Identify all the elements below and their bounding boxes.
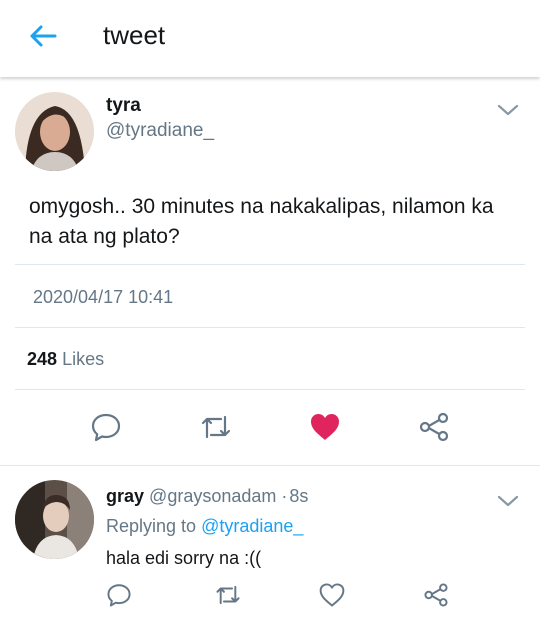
reply-author-handle[interactable]: @graysonadam: [149, 486, 276, 506]
reply-author-name[interactable]: gray: [106, 486, 144, 506]
like-button[interactable]: [312, 578, 352, 612]
page-title: tweet: [103, 20, 166, 50]
like-button[interactable]: [305, 407, 345, 447]
retweet-icon: [216, 585, 240, 605]
retweet-icon: [201, 415, 231, 439]
reply-icon: [91, 413, 121, 442]
author-handle[interactable]: @tyradiane_: [106, 120, 214, 142]
tweet-text: omygosh.. 30 minutes na nakakalipas, nil…: [29, 195, 494, 248]
reply-header: gray @graysonadam · 8s: [106, 486, 308, 507]
retweet-button[interactable]: [208, 578, 248, 612]
likes-count[interactable]: 248 Likes: [27, 349, 104, 370]
divider: [15, 389, 525, 390]
replying-to-label: Replying to: [106, 516, 197, 536]
top-app-bar: tweet: [0, 0, 540, 77]
tweet-timestamp: 2020/04/17 10:41: [33, 287, 174, 307]
author-name[interactable]: tyra: [106, 95, 141, 117]
likes-label: Likes: [62, 349, 105, 369]
main-tweet: tyra @tyradiane_ omygosh.. 30 minutes na…: [0, 77, 540, 466]
reply-button[interactable]: [99, 578, 139, 612]
reply-button[interactable]: [86, 407, 126, 447]
replying-to-handle[interactable]: @tyradiane_: [201, 516, 303, 536]
divider: [15, 327, 525, 328]
retweet-button[interactable]: [196, 407, 236, 447]
back-button[interactable]: [27, 20, 59, 52]
avatar[interactable]: [15, 92, 94, 171]
likes-number: 248: [27, 349, 58, 369]
back-arrow-icon: [30, 25, 57, 47]
share-icon: [424, 583, 448, 607]
chevron-down-icon: [497, 104, 519, 116]
heart-icon: [319, 583, 345, 607]
divider: [15, 264, 525, 265]
avatar[interactable]: [15, 480, 94, 559]
more-options-button[interactable]: [496, 493, 520, 509]
reply-age: 8s: [289, 486, 309, 506]
chevron-down-icon: [497, 495, 519, 507]
reply-tweet[interactable]: gray @graysonadam · 8s Replying to @tyra…: [0, 466, 540, 617]
share-icon: [419, 412, 449, 442]
dot-separator: ·: [281, 486, 288, 506]
reply-text: hala edi sorry na :((: [106, 548, 262, 568]
more-options-button[interactable]: [496, 102, 520, 118]
share-button[interactable]: [416, 578, 456, 612]
replying-to-line: Replying to @tyradiane_: [106, 516, 303, 537]
share-button[interactable]: [414, 407, 454, 447]
reply-icon: [107, 584, 131, 607]
heart-icon: [311, 414, 339, 440]
